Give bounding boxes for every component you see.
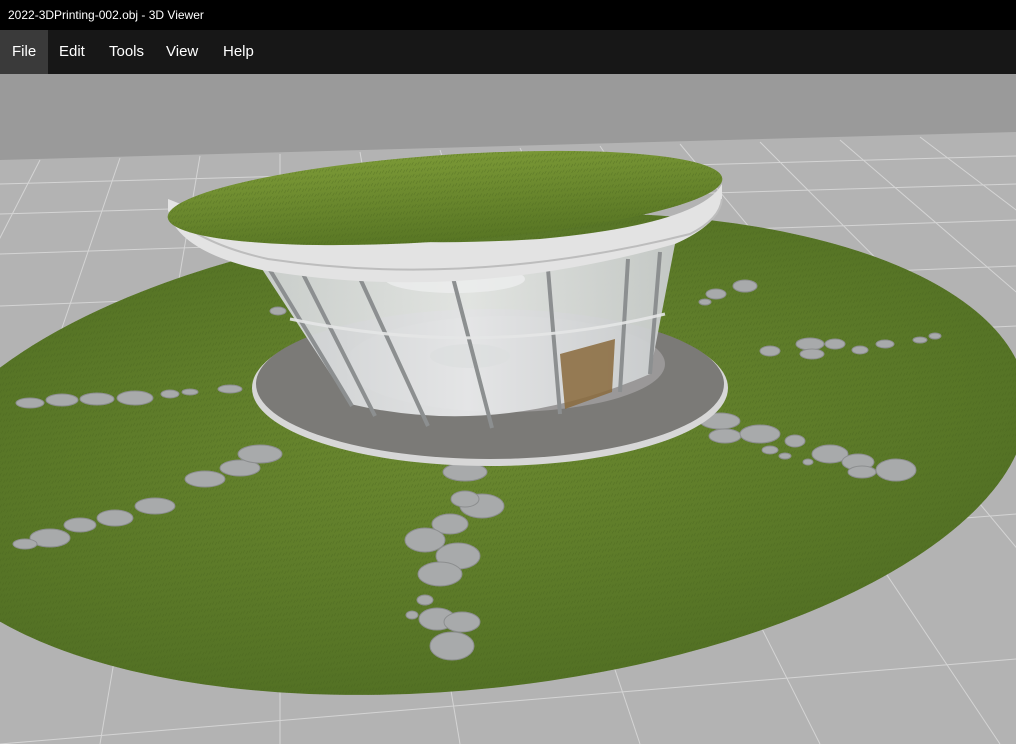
window-title: 2022-3DPrinting-002.obj - 3D Viewer xyxy=(8,8,204,22)
menu-tools[interactable]: Tools xyxy=(97,30,156,74)
menu-bar: File Edit Tools View Help xyxy=(0,30,1016,74)
menu-help[interactable]: Help xyxy=(211,30,266,74)
menu-edit[interactable]: Edit xyxy=(47,30,97,74)
3d-viewport[interactable] xyxy=(0,74,1016,744)
menu-file[interactable]: File xyxy=(0,30,49,74)
menu-view[interactable]: View xyxy=(154,30,210,74)
scene-render[interactable] xyxy=(0,74,1016,744)
title-bar: 2022-3DPrinting-002.obj - 3D Viewer xyxy=(0,0,1016,30)
